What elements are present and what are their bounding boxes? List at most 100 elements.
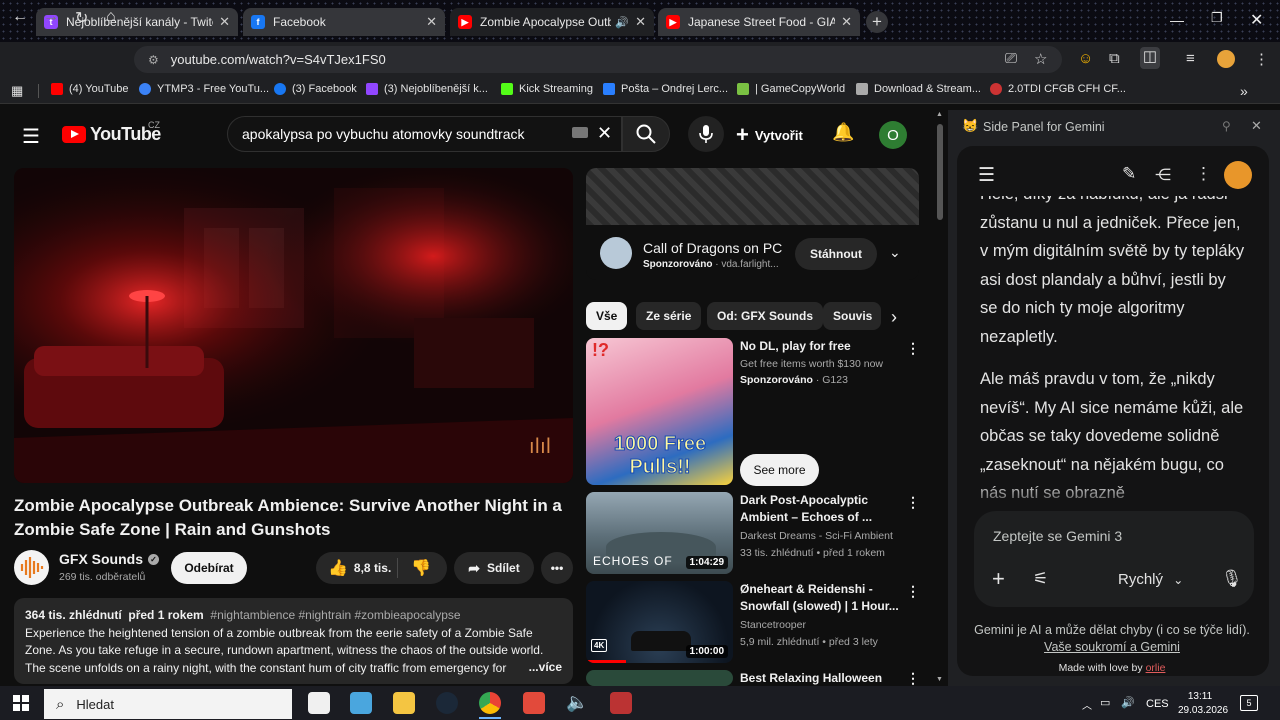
share-button[interactable]: ➦ Sdílet (454, 552, 534, 584)
reload-icon[interactable]: ↻ (75, 8, 88, 28)
file-explorer-icon[interactable] (393, 692, 415, 714)
youtube-logo[interactable]: YouTube (62, 124, 161, 145)
add-attachment-plus-icon[interactable]: + (992, 566, 1005, 592)
recommendation-video[interactable]: ECHOES OF 1:04:29 Dark Post-Apocalyptic … (586, 492, 920, 574)
keyboard-icon[interactable] (572, 127, 588, 138)
speaker-icon[interactable]: 🔊 (615, 16, 629, 29)
home-icon[interactable]: ⌂ (106, 8, 116, 26)
description-box[interactable]: 364 tis. zhlédnutí před 1 rokem #nightam… (14, 598, 573, 684)
side-panel-icon[interactable]: ◫ (1140, 47, 1160, 69)
create-button[interactable]: + Vytvořit (736, 120, 803, 150)
channel-avatar[interactable] (14, 550, 49, 585)
model-mode-selector[interactable]: Rychlý ⌄ (1118, 571, 1183, 588)
chrome-menu-icon[interactable]: ⋮ (1254, 50, 1269, 68)
like-count[interactable]: 8,8 tis. (354, 561, 391, 575)
subscribe-button[interactable]: Odebírat (171, 552, 247, 584)
site-info-icon[interactable]: ⚙ (148, 53, 159, 67)
recommendation-video[interactable]: 4K 1:00:00 Øneheart & Reidenshi - Snowfa… (586, 581, 920, 663)
bookmark-outlook[interactable]: Pošta – Ondrej Lerc... (603, 83, 728, 95)
steam-icon[interactable] (436, 692, 458, 714)
chip-related[interactable]: Souvis (823, 302, 881, 330)
share-icon[interactable]: ⋲ (1155, 165, 1171, 185)
bookmark-twitch[interactable]: (3) Nejoblíbenější k... (366, 83, 488, 95)
forward-arrow-icon[interactable]: → (43, 8, 59, 26)
close-tab-icon[interactable]: ✕ (219, 14, 230, 30)
chip-from-channel[interactable]: Od: GFX Sounds (707, 302, 823, 330)
system-clock[interactable]: 13:11 29.03.2026 (1178, 690, 1228, 718)
ad-download-button[interactable]: Stáhnout (795, 238, 877, 270)
hashtags[interactable]: #nightambience #nightrain #zombieapocaly… (210, 608, 460, 622)
reco-menu-icon[interactable]: ⋮ (906, 670, 919, 686)
media-queue-icon[interactable]: ≡ (1186, 50, 1195, 67)
scroll-up-arrow-icon[interactable]: ▲ (936, 111, 943, 118)
audio-app-icon[interactable]: 🔈 (566, 692, 588, 714)
tab-facebook[interactable]: f Facebook ✕ (243, 8, 445, 36)
scroll-down-arrow-icon[interactable]: ▼ (936, 676, 943, 683)
account-avatar[interactable]: O (879, 121, 907, 149)
see-more-button[interactable]: See more (740, 454, 819, 486)
chevron-down-icon[interactable]: ⌄ (889, 244, 901, 261)
tab-youtube-active[interactable]: ▶ Zombie Apocalypse Outbre 🔊 ✕ (450, 8, 654, 36)
page-scrollbar[interactable]: ▲ ▼ (935, 110, 945, 686)
video-player[interactable]: ılıl (14, 168, 573, 483)
sponsored-ad-card[interactable]: Call of Dragons on PC Sponzorováno · vda… (586, 168, 919, 280)
chrome-icon[interactable] (479, 692, 501, 714)
profile-avatar-icon[interactable] (1217, 50, 1235, 68)
author-link[interactable]: orlie (1146, 662, 1166, 674)
language-indicator[interactable]: CES (1146, 698, 1169, 710)
bookmark-ytmp3[interactable]: YTMP3 - Free YouTu... (139, 83, 269, 95)
more-actions-button[interactable]: ••• (541, 552, 573, 584)
network-icon[interactable]: ▭ (1100, 696, 1110, 709)
more-bookmarks-chevron-icon[interactable]: » (1240, 83, 1248, 99)
tray-overflow-chevron-icon[interactable]: ︿ (1082, 697, 1092, 712)
recommendation-video[interactable]: Best Relaxing Halloween ⋮ (586, 670, 919, 686)
thumbs-up-icon[interactable]: 👍 (328, 558, 348, 578)
show-more-link[interactable]: ...více (522, 659, 562, 677)
close-panel-icon[interactable]: ✕ (1251, 118, 1262, 134)
restore-icon[interactable]: ❐ (1211, 10, 1223, 26)
install-app-icon[interactable]: ⎚ (1005, 50, 1017, 67)
close-tab-icon[interactable]: ✕ (841, 14, 852, 30)
notification-center-icon[interactable]: 5 (1240, 695, 1258, 711)
new-chat-edit-icon[interactable]: ✎ (1122, 164, 1136, 184)
volume-icon[interactable]: 🔊 (1121, 696, 1135, 709)
unpin-icon[interactable]: ⚲ (1222, 119, 1231, 133)
gemini-menu-icon[interactable]: ☰ (978, 164, 995, 187)
bookmark-tdi[interactable]: 2.0TDI CFGB CFH CF... (990, 83, 1126, 95)
close-window-icon[interactable]: ✕ (1250, 10, 1263, 30)
reco-menu-icon[interactable]: ⋮ (906, 583, 920, 600)
vector-app-icon[interactable] (523, 692, 545, 714)
chip-series[interactable]: Ze série (636, 302, 702, 330)
taskbar-search[interactable]: ⌕ Hledat (44, 689, 292, 719)
extensions-puzzle-icon[interactable]: ⧉ (1109, 50, 1120, 67)
thumbs-down-icon[interactable]: 👎 (411, 558, 431, 578)
bookmark-kick[interactable]: Kick Streaming (501, 83, 593, 95)
extension-avatar-icon[interactable]: ☺ (1078, 50, 1093, 67)
hamburger-menu-icon[interactable]: ☰ (22, 124, 40, 149)
microphone-icon[interactable]: 🎙 (1221, 569, 1243, 589)
apps-grid-icon[interactable]: ▦ (11, 83, 23, 99)
tools-sliders-icon[interactable]: ⚟ (1033, 569, 1048, 589)
clear-search-icon[interactable]: ✕ (597, 123, 612, 144)
close-tab-icon[interactable]: ✕ (635, 14, 646, 30)
address-bar[interactable]: ⚙ youtube.com/watch?v=S4vTJex1FS0 (134, 46, 1062, 73)
voice-search-button[interactable] (688, 116, 724, 152)
tab-twitch[interactable]: t Nejoblíbenější kanály - Twitch ✕ (36, 8, 238, 36)
back-arrow-icon[interactable]: ← (12, 8, 28, 26)
game-app-icon[interactable] (610, 692, 632, 714)
privacy-link[interactable]: Vaše soukromí a Gemini (960, 639, 1264, 656)
scrollbar-thumb[interactable] (937, 124, 943, 220)
search-input[interactable]: apokalypsa po vybuchu atomovky soundtrac… (227, 116, 622, 152)
notepad-icon[interactable] (308, 692, 330, 714)
bookmark-gamecopyworld[interactable]: | GameCopyWorld (737, 83, 845, 95)
photos-icon[interactable] (350, 692, 372, 714)
tab-japanese-street-food[interactable]: ▶ Japanese Street Food - GIANT A ✕ (658, 8, 860, 36)
recommendation-sponsored[interactable]: !? 1000 Free Pulls!! No DL, play for fre… (586, 338, 920, 486)
channel-name[interactable]: GFX Sounds ✓ (59, 551, 159, 567)
gemini-profile-avatar[interactable] (1224, 161, 1252, 189)
bookmark-facebook[interactable]: (3) Facebook (274, 83, 357, 95)
reco-menu-icon[interactable]: ⋮ (906, 340, 920, 357)
new-tab-button[interactable]: + (866, 11, 888, 33)
more-options-icon[interactable]: ⋮ (1195, 164, 1212, 184)
minimize-icon[interactable]: — (1170, 12, 1184, 28)
